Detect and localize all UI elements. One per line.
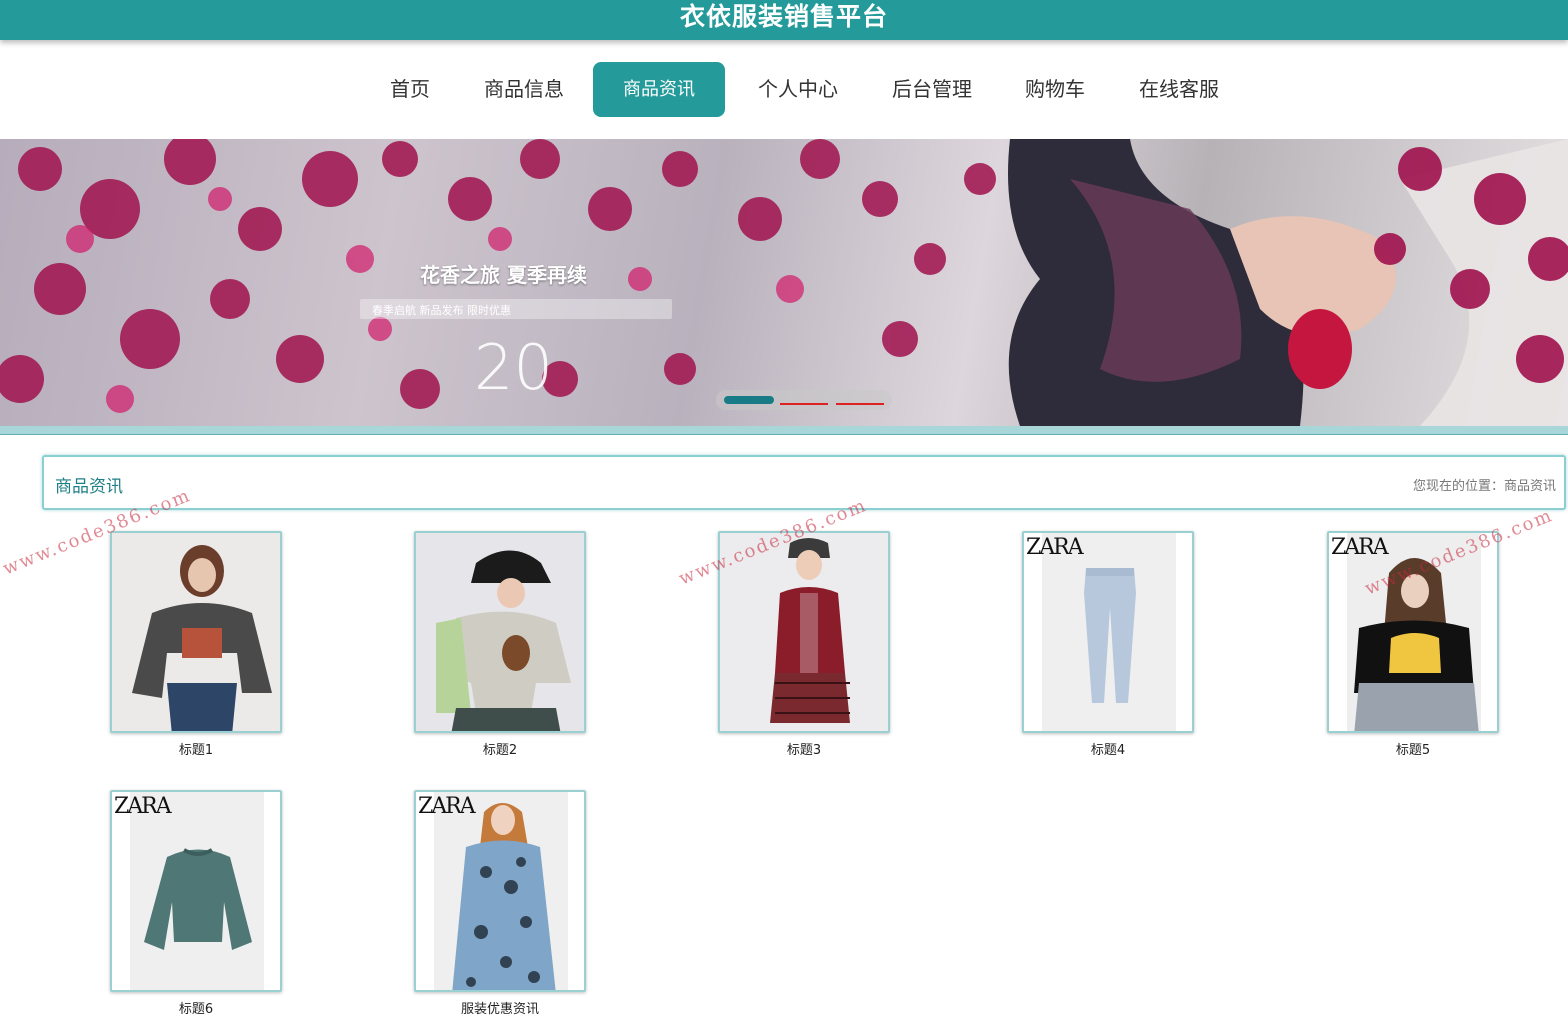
top-header: 衣依服装销售平台 xyxy=(0,0,1568,40)
brand-logo: ZARA xyxy=(114,794,172,819)
news-title[interactable]: 标题1 xyxy=(110,739,282,758)
news-image[interactable]: ZARA xyxy=(110,790,282,992)
carousel-pager xyxy=(716,390,892,410)
nav-home[interactable]: 首页 xyxy=(375,62,445,117)
site-title: 衣依服装销售平台 xyxy=(679,2,888,31)
carousel-dot-2[interactable] xyxy=(780,403,828,405)
news-title[interactable]: 标题2 xyxy=(414,739,586,758)
hero-banner[interactable]: 花香之旅 夏季再续 春季启航 新品发布 限时优惠 20 xyxy=(0,139,1568,426)
news-title[interactable]: 标题5 xyxy=(1327,739,1499,758)
banner-divider xyxy=(0,426,1568,435)
news-image[interactable]: ZARA xyxy=(414,790,586,992)
brand-logo: ZARA xyxy=(1331,535,1389,560)
news-card[interactable]: ZARA 标题6 xyxy=(110,790,282,1017)
main-nav: 首页 商品信息 商品资讯 个人中心 后台管理 购物车 在线客服 xyxy=(0,40,1568,138)
news-card[interactable]: 标题2 xyxy=(414,531,586,758)
news-title[interactable]: 标题6 xyxy=(110,998,282,1017)
news-title[interactable]: 标题3 xyxy=(718,739,890,758)
section-title: 商品资讯 xyxy=(55,477,123,497)
carousel-dot-3[interactable] xyxy=(836,403,884,405)
nav-product-news[interactable]: 商品资讯 xyxy=(593,62,725,117)
banner-headline: 花香之旅 夏季再续 xyxy=(420,263,587,287)
news-card[interactable]: ZARA 服装优惠资讯 xyxy=(414,790,586,1017)
section-header: 商品资讯 您现在的位置：商品资讯 xyxy=(42,455,1566,510)
brand-logo: ZARA xyxy=(418,794,476,819)
news-image[interactable] xyxy=(414,531,586,733)
news-card[interactable]: 标题1 xyxy=(110,531,282,758)
news-title[interactable]: 标题4 xyxy=(1022,739,1194,758)
news-title[interactable]: 服装优惠资讯 xyxy=(414,998,586,1017)
banner-image xyxy=(0,139,1568,426)
banner-subline: 春季启航 新品发布 限时优惠 xyxy=(372,304,511,317)
nav-product-info[interactable]: 商品信息 xyxy=(474,62,574,117)
nav-admin[interactable]: 后台管理 xyxy=(882,62,982,117)
breadcrumb: 您现在的位置：商品资讯 xyxy=(1412,479,1556,494)
nav-online-service[interactable]: 在线客服 xyxy=(1129,62,1229,117)
news-image[interactable]: ZARA xyxy=(1022,531,1194,733)
brand-logo: ZARA xyxy=(1026,535,1084,560)
carousel-dot-1[interactable] xyxy=(724,396,774,404)
nav-cart[interactable]: 购物车 xyxy=(1015,62,1095,117)
news-image[interactable] xyxy=(110,531,282,733)
news-card[interactable]: ZARA 标题4 xyxy=(1022,531,1194,758)
banner-year: 20 xyxy=(474,331,553,404)
nav-personal-center[interactable]: 个人中心 xyxy=(748,62,848,117)
